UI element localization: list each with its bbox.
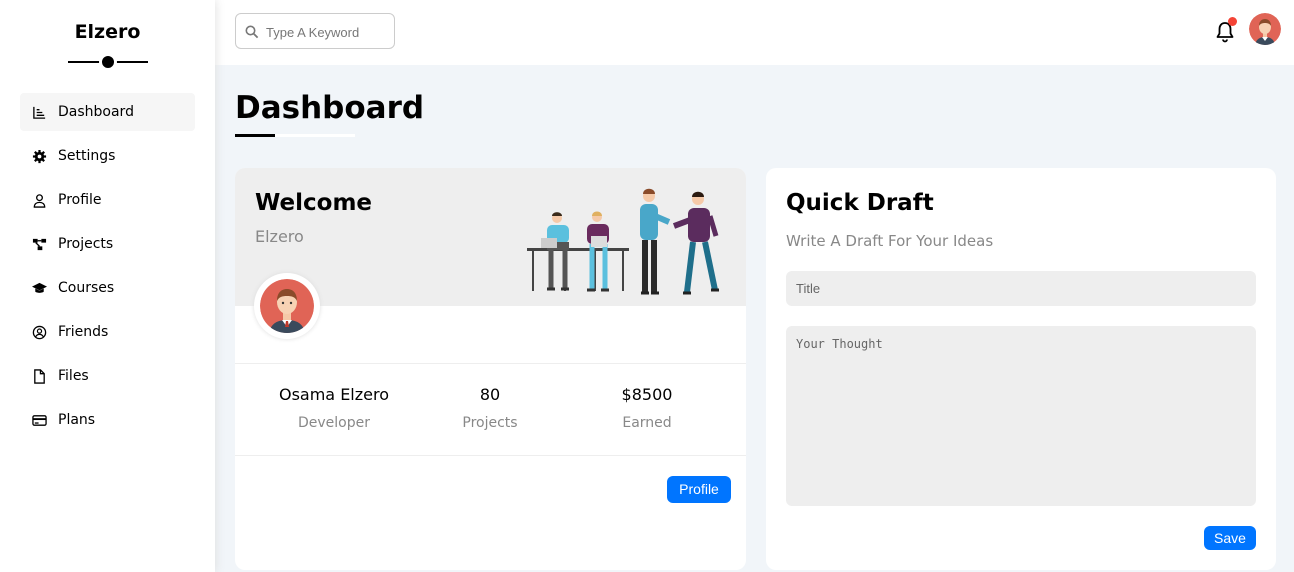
sidebar-item-files[interactable]: Files (20, 357, 195, 395)
draft-subtitle: Write A Draft For Your Ideas (786, 232, 994, 250)
stat-projects: 80 Projects (410, 384, 570, 431)
divider (235, 363, 746, 364)
gear-icon (31, 148, 47, 164)
welcome-card: Welcome Elzero Osama Elzero Developer 80… (235, 168, 746, 570)
credit-card-icon (31, 412, 47, 428)
diagram-project-icon (31, 236, 47, 252)
sidebar-item-courses[interactable]: Courses (20, 269, 195, 307)
team-illustration (527, 188, 719, 295)
sidebar-item-label: Friends (58, 324, 109, 340)
sidebar-item-label: Plans (58, 412, 96, 428)
quick-draft-card: Quick Draft Write A Draft For Your Ideas… (766, 168, 1276, 570)
sidebar-item-label: Profile (58, 192, 102, 208)
avatar[interactable] (1249, 13, 1281, 45)
draft-title: Quick Draft (786, 190, 934, 216)
stat-label: Projects (462, 415, 518, 431)
stat-value: $8500 (621, 385, 673, 404)
stat-value: Osama Elzero (278, 385, 390, 404)
sidebar-item-label: Files (58, 368, 89, 384)
profile-button[interactable]: Profile (667, 476, 731, 503)
top-header (215, 0, 1294, 65)
save-button[interactable]: Save (1204, 526, 1256, 550)
sidebar: Elzero Dashboard Settings Profile Projec… (0, 0, 215, 572)
title-underline (235, 134, 355, 137)
stat-label: Developer (297, 415, 370, 431)
circle-user-icon (31, 324, 47, 340)
stat-value: 80 (479, 385, 501, 404)
search-input[interactable] (266, 22, 388, 42)
notification-bell[interactable] (1213, 17, 1237, 44)
sidebar-nav: Dashboard Settings Profile Projects Cour… (20, 93, 195, 445)
file-icon (31, 368, 47, 384)
search-box[interactable] (235, 13, 395, 49)
welcome-title: Welcome (255, 190, 373, 216)
sidebar-item-projects[interactable]: Projects (20, 225, 195, 263)
draft-title-input[interactable] (786, 271, 1256, 306)
sidebar-item-label: Projects (58, 236, 114, 252)
stat-label: Earned (622, 415, 672, 431)
sidebar-item-friends[interactable]: Friends (20, 313, 195, 351)
brand-divider (67, 53, 148, 71)
sidebar-item-label: Courses (58, 280, 115, 296)
draft-thought-textarea[interactable] (786, 326, 1256, 506)
stat-earned: $8500 Earned (567, 384, 727, 431)
search-icon (245, 24, 259, 39)
welcome-avatar (254, 273, 320, 339)
welcome-subtitle: Elzero (255, 227, 304, 246)
divider (235, 455, 746, 456)
sidebar-item-plans[interactable]: Plans (20, 401, 195, 439)
sidebar-item-label: Settings (58, 148, 116, 164)
sidebar-item-profile[interactable]: Profile (20, 181, 195, 219)
brand-title: Elzero (74, 21, 141, 43)
sidebar-item-label: Dashboard (58, 104, 134, 120)
page-title: Dashboard (235, 90, 425, 126)
user-icon (31, 192, 47, 208)
graduation-cap-icon (31, 280, 47, 296)
sidebar-item-dashboard[interactable]: Dashboard (20, 93, 195, 131)
chart-line-icon (31, 104, 47, 120)
sidebar-item-settings[interactable]: Settings (20, 137, 195, 175)
notification-badge (1228, 17, 1237, 26)
stat-name: Osama Elzero Developer (254, 384, 414, 431)
